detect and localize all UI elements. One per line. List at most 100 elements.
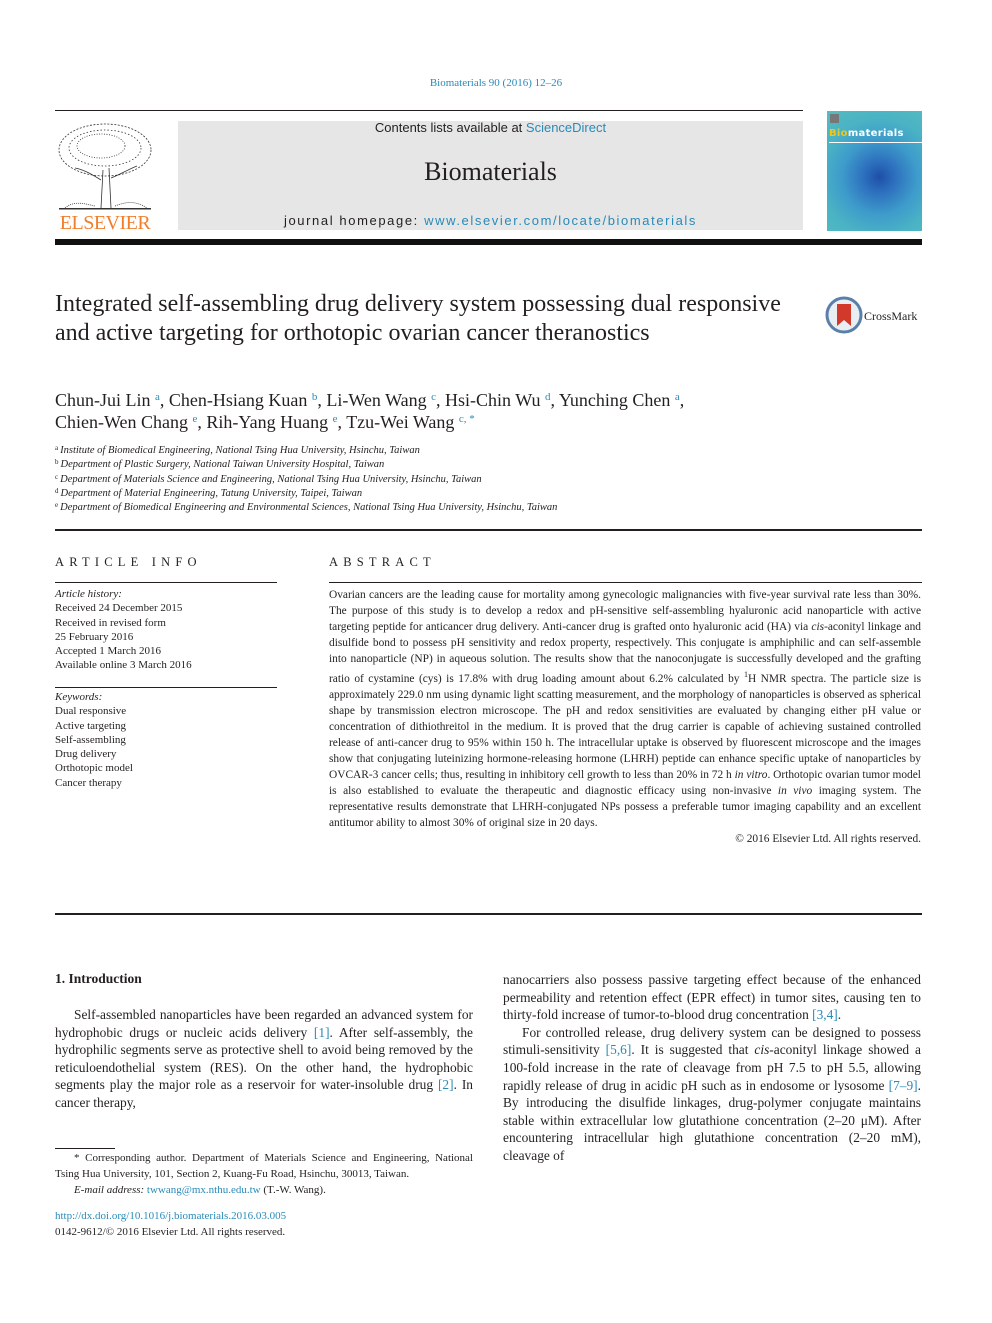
history-label: Article history: [55,588,122,600]
issn-copyright: 0142-9612/© 2016 Elsevier Ltd. All right… [55,1226,286,1238]
keyword-list: Dual responsive Active targeting Self-asse… [55,704,285,790]
affiliation-text: Department of Biomedical Engineering and… [60,502,558,514]
affiliation-item: a Institute of Biomedical Engineering, Na… [55,444,935,458]
article-title: Integrated self-assembling drug delivery… [55,291,781,346]
intro-paragraph: nanocarriers also possess passive target… [503,971,921,1024]
abstract-ital-1: cis [811,621,825,633]
doi-link[interactable]: http://dx.doi.org/10.1016/j.biomaterials… [55,1210,286,1222]
abstract-ital-2: in vitro [734,768,768,781]
author-name[interactable]: Li-Wen Wang [326,390,426,410]
sciencedirect-link[interactable]: ScienceDirect [526,120,606,135]
corresponding-author-footnote: * Corresponding author. Department of Ma… [55,1150,473,1198]
crossmark-icon [825,296,863,334]
journal-homepage-line: journal homepage: www.elsevier.com/locat… [178,213,803,228]
crossmark-badge[interactable]: CrossMark [825,296,925,336]
affiliation-item: c Department of Materials Science and Eng… [55,473,935,487]
author-name[interactable]: Chien-Wen Chang [55,412,188,432]
email-link[interactable]: twwang@mx.nthu.edu.tw [147,1184,261,1196]
keywords-rule [55,687,277,688]
corresponding-author-text: * Corresponding author. Department of Ma… [55,1152,473,1180]
author-separator: , [679,390,685,410]
author-name[interactable]: Hsi-Chin Wu [445,390,540,410]
article-info-rule [55,582,277,583]
author-separator: , [337,412,347,432]
cover-title-prefix: Bio [829,128,848,139]
affiliation-key: a [55,444,59,452]
abstract-copyright: © 2016 Elsevier Ltd. All rights reserved… [735,832,921,845]
abstract-end-divider [55,913,922,915]
cover-rule [829,142,922,143]
affiliation-text: Department of Material Engineering, Tatu… [60,487,363,499]
history-item: 25 February 2016 [55,630,134,643]
article-info-heading: ARTICLE INFO [55,555,202,569]
history-list: Received 24 December 2015 Received in rev… [55,601,285,672]
reference-link[interactable]: [3,4] [812,1007,838,1022]
header-thick-rule [55,239,922,245]
elsevier-wordmark: ELSEVIER [59,212,151,234]
affiliation-item: e Department of Biomedical Engineering an… [55,501,935,515]
reference-link[interactable]: [2] [438,1077,454,1092]
history-item: Received in revised form [55,616,166,629]
abstract-body: Ovarian cancers are the leading cause fo… [329,587,921,847]
article-history: Article history: Received 24 December 20… [55,587,285,673]
cover-title: Biomaterials [829,128,904,139]
keywords-block: Keywords: Dual responsive Active targetin… [55,690,285,790]
abstract-text-3: H NMR spectra. The particle size is appr… [329,672,922,781]
email-suffix: (T.-W. Wang). [260,1184,326,1196]
section-divider [55,529,922,531]
author-separator: , [550,390,559,410]
keyword-item: Orthotopic model [55,762,133,775]
affiliation-key: b [55,458,59,467]
journal-citation-link[interactable]: Biomaterials 90 (2016) 12–26 [0,77,992,89]
keyword-item: Self-assembling [55,733,126,746]
reference-link[interactable]: [1] [314,1025,330,1040]
keywords-label: Keywords: [55,691,103,703]
author-name[interactable]: Chen-Hsiang Kuan [169,390,307,410]
intro-italic: cis [754,1042,770,1058]
affiliation-key: e [55,501,59,510]
history-item: Received 24 December 2015 [55,602,183,615]
affiliation-text: Institute of Biomedical Engineering, Nat… [60,445,420,456]
body-column-right: nanocarriers also possess passive target… [503,971,921,1165]
author-name[interactable]: Tzu-Wei Wang [346,412,454,432]
author-name[interactable]: Rih-Yang Huang [206,412,328,432]
reference-link[interactable]: [7–9] [889,1078,918,1093]
intro-text: . It is suggested that [631,1042,755,1058]
intro-text: . [837,1007,842,1023]
reference-link[interactable]: [5,6] [606,1042,632,1057]
intro-text: nanocarriers also possess passive target… [503,972,921,1023]
email-line: E-mail address: twwang@mx.nthu.edu.tw (T… [55,1182,473,1198]
author-name[interactable]: Chun-Jui Lin [55,390,151,410]
body-column-left: Self-assembled nanoparticles have been r… [55,1006,473,1112]
author-separator: , [436,390,446,410]
homepage-prefix: journal homepage: [283,213,425,228]
abstract-ital-3: in vivo [777,784,813,797]
intro-paragraph: For controlled release, drug delivery sy… [503,1024,921,1165]
author-name[interactable]: Yunching Chen [559,390,671,410]
journal-name: Biomaterials [424,157,557,186]
intro-paragraph: Self-assembled nanoparticles have been r… [55,1006,473,1112]
journal-cover-thumbnail[interactable]: Biomaterials [827,111,922,231]
affiliation-item: d Department of Material Engineering, Tat… [55,487,935,501]
cover-publisher-mark-icon [830,114,839,123]
journal-homepage-link[interactable]: www.elsevier.com/locate/biomaterials [424,213,697,228]
history-item: Accepted 1 March 2016 [55,645,161,658]
keyword-item: Drug delivery [55,748,117,761]
affiliation-key: c [55,472,59,481]
header-rule [55,110,803,111]
affiliation-marker[interactable]: c, * [459,413,475,425]
introduction-heading: 1. Introduction [55,971,142,986]
email-label: E-mail address: [74,1184,147,1196]
author-list: Chun-Jui Lin a, Chen-Hsiang Kuan b, Li-W… [55,389,935,433]
author-separator: , [159,390,169,410]
cover-title-rest: materials [847,128,904,139]
affiliation-item: b Department of Plastic Surgery, National… [55,458,935,472]
abstract-paragraph: Ovarian cancers are the leading cause fo… [329,587,921,831]
affiliation-list: a Institute of Biomedical Engineering, Na… [55,444,935,515]
contents-prefix: Contents lists available at [374,120,526,135]
contents-availability-line: Contents lists available at ScienceDirec… [178,120,803,135]
abstract-rule [329,582,922,583]
crossmark-label: CrossMark [864,309,918,323]
keyword-item: Active targeting [55,719,126,732]
affiliation-text: Department of Materials Science and Engi… [60,473,482,485]
